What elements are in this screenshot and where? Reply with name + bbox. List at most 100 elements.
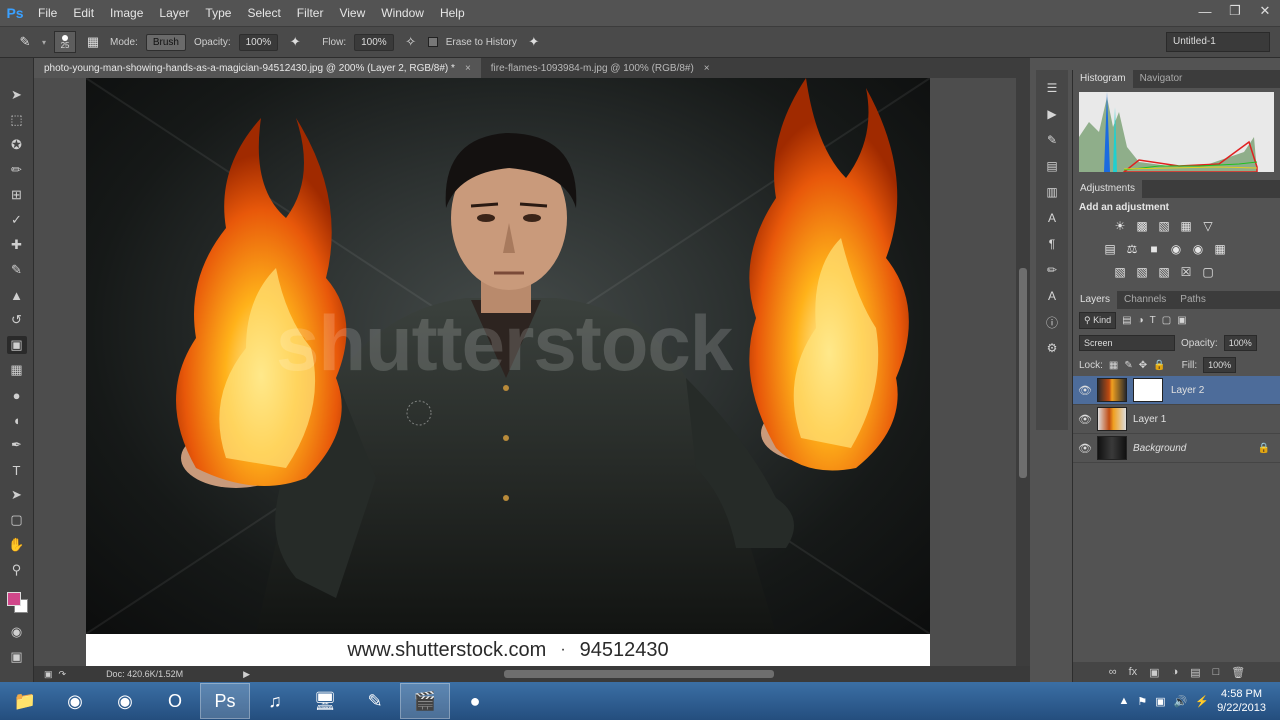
power-icon[interactable]: ⚡ (1195, 695, 1209, 708)
new-group-icon[interactable]: ▤ (1190, 666, 1200, 679)
photoshop-taskbar-icon[interactable]: Ps (200, 683, 250, 719)
menu-view[interactable]: View (331, 0, 373, 26)
crop-tool-icon[interactable]: ⊞ (7, 186, 27, 204)
filter-type-icon[interactable]: T (1150, 315, 1156, 326)
gradient-map-icon[interactable]: ☒ (1177, 263, 1195, 281)
tool-presets-icon[interactable]: ✎ (1043, 132, 1061, 148)
history-brush-tool-icon[interactable]: ↺ (7, 311, 27, 329)
tab-paths[interactable]: Paths (1173, 291, 1213, 309)
selective-color-icon[interactable]: ▢ (1199, 263, 1217, 281)
marquee-tool-icon[interactable]: ⬚ (7, 111, 27, 129)
pressure-size-icon[interactable]: ✦ (525, 33, 543, 51)
dodge-tool-icon[interactable]: ◖ (7, 411, 27, 429)
close-icon[interactable]: × (704, 63, 710, 74)
menu-help[interactable]: Help (432, 0, 473, 26)
filter-smart-object-icon[interactable]: ▣ (1177, 315, 1186, 326)
filter-adjustment-icon[interactable]: ◑ (1138, 315, 1144, 326)
layer-name[interactable]: Layer 1 (1133, 414, 1166, 425)
tab-fire-flames[interactable]: fire-flames-1093984-m.jpg @ 100% (RGB/8#… (481, 58, 720, 78)
menu-window[interactable]: Window (373, 0, 432, 26)
menu-file[interactable]: File (30, 0, 65, 26)
layer-style-icon[interactable]: fx (1129, 666, 1138, 678)
video-editor-icon[interactable]: 🎬 (400, 683, 450, 719)
threshold-icon[interactable]: ▧ (1155, 263, 1173, 281)
lock-transparent-icon[interactable]: ▦ (1109, 360, 1118, 371)
pen-tool-icon[interactable]: ✒ (7, 436, 27, 454)
zoom-tool-icon[interactable]: ⚲ (7, 561, 27, 579)
opera-icon[interactable]: O (150, 683, 200, 719)
brush-icon[interactable]: ✏ (1043, 262, 1061, 278)
black-white-icon[interactable]: ■ (1145, 240, 1163, 258)
firefox-icon[interactable]: ◉ (100, 683, 150, 719)
invert-icon[interactable]: ▧ (1111, 263, 1129, 281)
layer-mask-thumbnail[interactable] (1133, 378, 1163, 402)
layer-name[interactable]: Layer 2 (1171, 385, 1204, 396)
new-layer-icon[interactable]: □ (1213, 666, 1220, 678)
layer-kind-select[interactable]: ⚲ Kind (1079, 312, 1117, 329)
new-adjustment-icon[interactable]: ◑ (1172, 666, 1179, 678)
recorder-icon[interactable]: ● (450, 683, 500, 719)
clone-stamp-tool-icon[interactable]: ▲ (7, 286, 27, 304)
pressure-opacity-icon[interactable]: ✦ (286, 33, 304, 51)
taskbar-clock[interactable]: 4:58 PM 9/22/2013 (1217, 687, 1280, 715)
hand-tool-icon[interactable]: ✋ (7, 536, 27, 554)
screen-mode-icon[interactable]: ▣ (7, 648, 27, 666)
channel-mixer-icon[interactable]: ◉ (1189, 240, 1207, 258)
close-icon[interactable]: × (465, 63, 471, 74)
eraser-preset-icon[interactable]: ✎ (16, 33, 34, 51)
properties-icon[interactable]: ⚙ (1043, 340, 1061, 356)
paragraph-icon[interactable]: ¶ (1043, 236, 1061, 252)
close-icon[interactable]: ✕ (1250, 0, 1280, 22)
type-tool-icon[interactable]: T (7, 461, 27, 479)
chevron-down-icon[interactable]: ▾ (42, 38, 46, 47)
visibility-eye-icon[interactable]: 👁 (1073, 442, 1097, 455)
flow-input[interactable]: 100% (354, 33, 394, 51)
info-icon[interactable]: ⓘ (1043, 314, 1061, 330)
menu-filter[interactable]: Filter (289, 0, 332, 26)
tab-histogram[interactable]: Histogram (1073, 70, 1133, 88)
curves-icon[interactable]: ▧ (1155, 217, 1173, 235)
color-balance-icon[interactable]: ⚖ (1123, 240, 1141, 258)
move-tool-icon[interactable]: ➤ (7, 86, 27, 104)
menu-layer[interactable]: Layer (151, 0, 197, 26)
path-select-tool-icon[interactable]: ➤ (7, 486, 27, 504)
brush-presets-icon[interactable]: ▤ (1043, 158, 1061, 174)
layer-name[interactable]: Background (1133, 443, 1186, 454)
restore-icon[interactable]: ❐ (1220, 0, 1250, 22)
paint-icon[interactable]: ✎ (350, 683, 400, 719)
screen-mode-icon[interactable]: ▣ (44, 669, 53, 680)
healing-brush-tool-icon[interactable]: ✚ (7, 236, 27, 254)
link-layers-icon[interactable]: ∞ (1109, 666, 1117, 678)
file-explorer-icon[interactable]: 📁 (0, 683, 50, 719)
workspace-select[interactable]: Untitled-1 (1166, 32, 1270, 52)
delete-layer-icon[interactable]: 🗑 (1231, 666, 1245, 679)
eyedropper-tool-icon[interactable]: ✓ (7, 211, 27, 229)
document-canvas[interactable]: shutterstock www.shutterstock.com · 9451… (34, 78, 1030, 666)
status-menu-arrow-icon[interactable]: ▶ (243, 669, 250, 680)
photo-layer-composite[interactable]: shutterstock (86, 78, 930, 634)
brush-tool-icon[interactable]: ✎ (7, 261, 27, 279)
menu-edit[interactable]: Edit (65, 0, 102, 26)
tab-layers[interactable]: Layers (1073, 291, 1118, 309)
share-icon[interactable]: ↷ (59, 669, 67, 680)
flag-icon[interactable]: ⚑ (1137, 695, 1147, 708)
eraser-tool-icon[interactable]: ▣ (6, 336, 27, 354)
volume-icon[interactable]: 🔊 (1174, 695, 1188, 708)
scrollbar-thumb[interactable] (1019, 268, 1027, 478)
filter-pixel-icon[interactable]: ▤ (1122, 315, 1131, 326)
media-player-icon[interactable]: ♫ (250, 683, 300, 719)
lock-image-icon[interactable]: ✎ (1124, 360, 1132, 371)
actions-icon[interactable]: ▶ (1043, 106, 1061, 122)
layer-row-layer-1[interactable]: 👁 Layer 1 (1073, 405, 1280, 434)
erase-to-history-checkbox[interactable] (427, 37, 438, 47)
tab-magician-photo[interactable]: photo-young-man-showing-hands-as-a-magic… (34, 58, 481, 78)
layer-row-background[interactable]: 👁 Background 🔒 (1073, 434, 1280, 463)
add-mask-icon[interactable]: ▣ (1149, 666, 1159, 679)
menu-type[interactable]: Type (197, 0, 239, 26)
clone-source-icon[interactable]: ▥ (1043, 184, 1061, 200)
airbrush-icon[interactable]: ✧ (402, 33, 420, 51)
brush-panel-icon[interactable]: ▦ (84, 33, 102, 51)
opacity-input[interactable]: 100% (238, 33, 279, 51)
history-icon[interactable]: ☰ (1043, 80, 1061, 96)
vibrance-icon[interactable]: ▽ (1199, 217, 1217, 235)
